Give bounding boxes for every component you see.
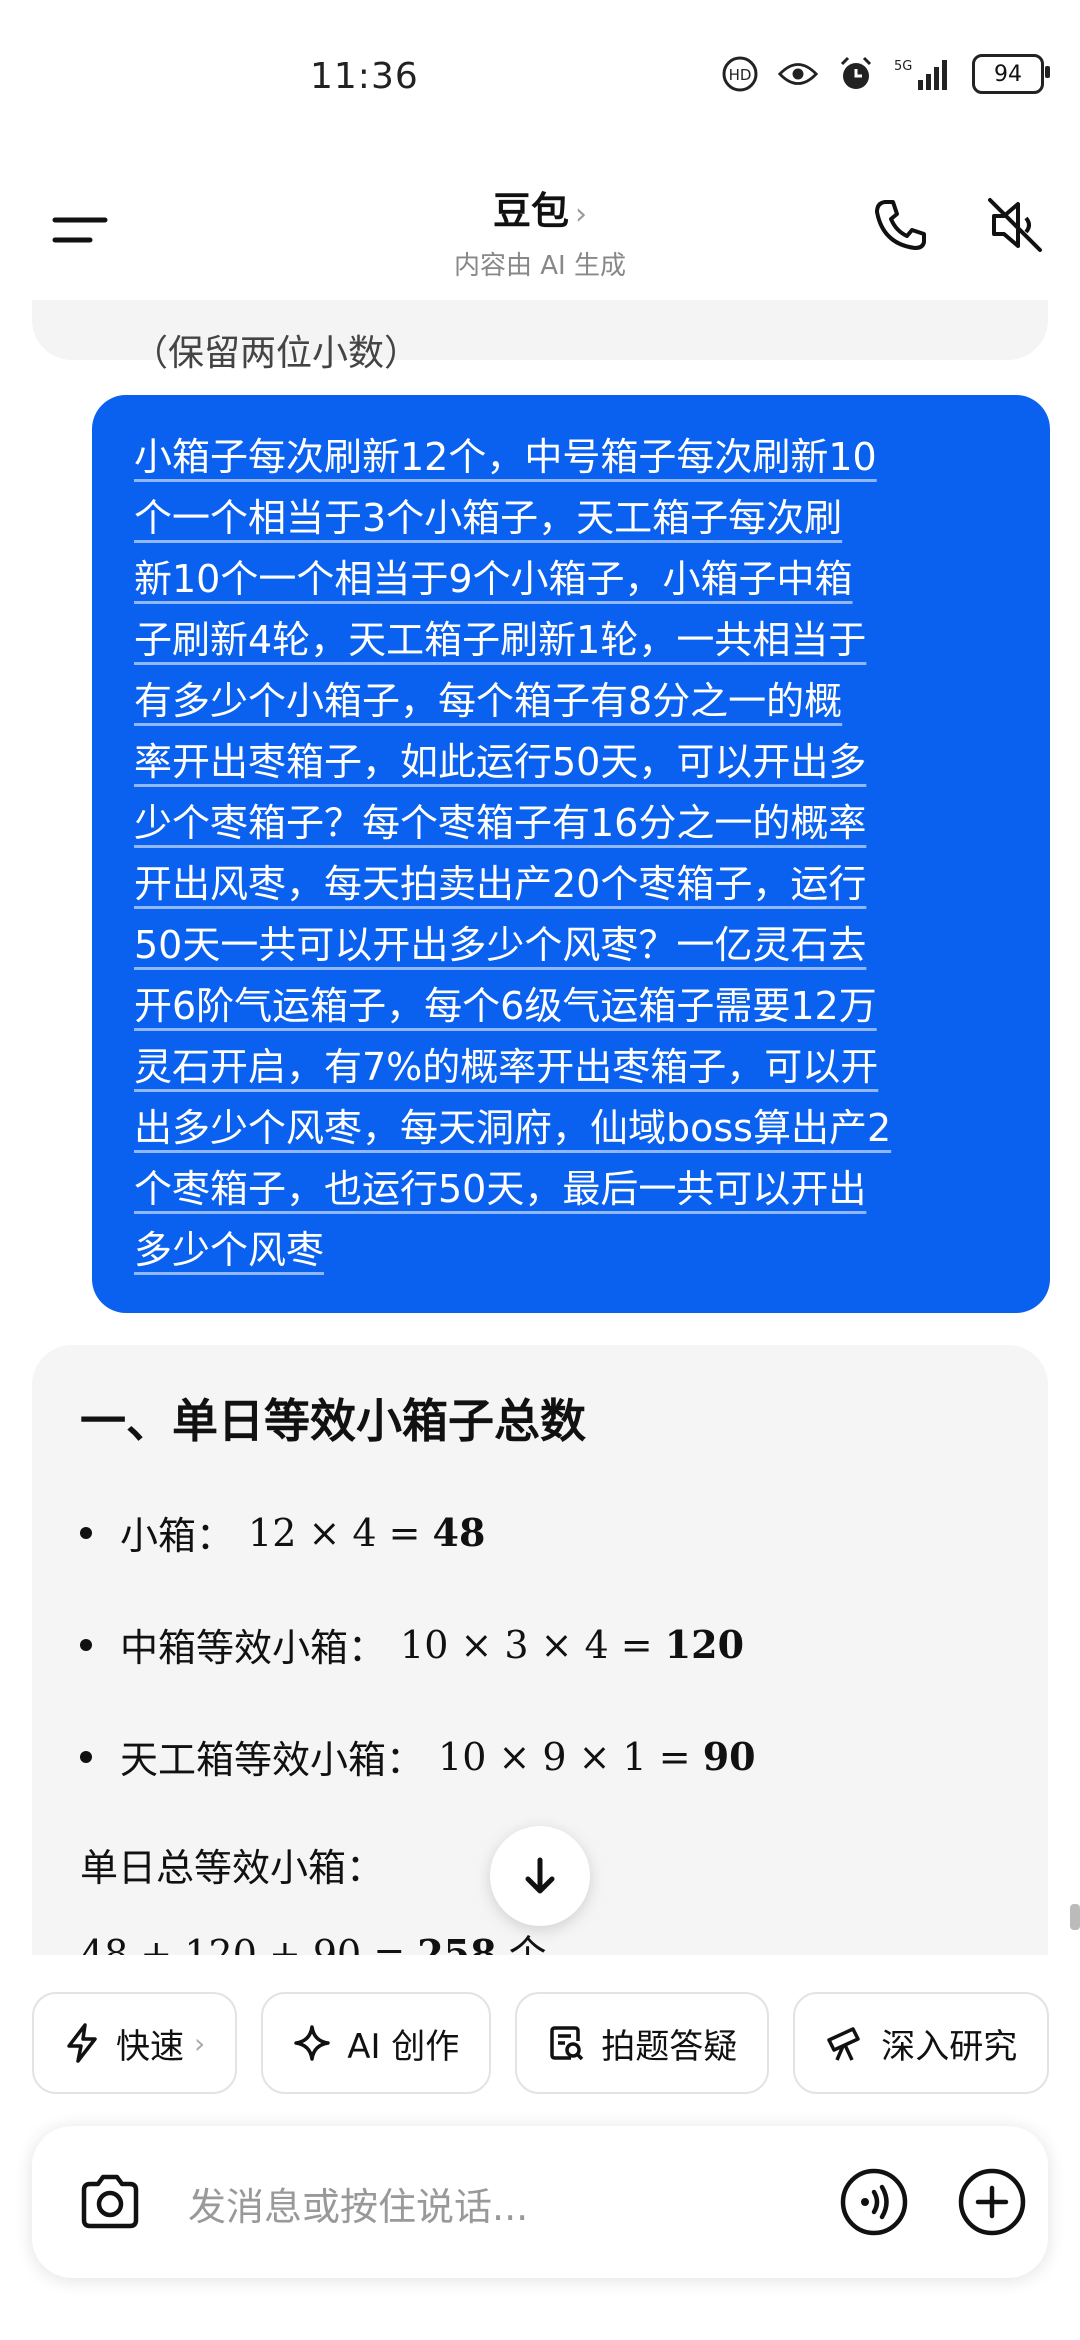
user-message-line: 新10个一个相当于9个小箱子，小箱子中箱 [134, 557, 853, 601]
status-time: 11:36 [310, 56, 419, 97]
chip-deep-research[interactable]: 深入研究 [793, 1992, 1050, 2094]
hd-call-icon: HD [720, 54, 760, 94]
chat-title: 豆包 [492, 189, 569, 233]
search-doc-icon [550, 2026, 584, 2061]
list-item: 小箱： 12 × 4 = 48 [80, 1505, 485, 1560]
list-item: 中箱等效小箱： 10 × 3 × 4 = 120 [80, 1617, 744, 1672]
formula-result: 120 [664, 1622, 745, 1667]
arrow-down-icon [525, 1857, 555, 1894]
voice-wave-icon [840, 2168, 908, 2236]
phone-call-button[interactable] [865, 190, 935, 260]
user-message-line: 出多少个风枣，每天洞府，仙域boss算出产2 [134, 1106, 892, 1150]
scrollbar-thumb[interactable] [1070, 1904, 1080, 1930]
formula-expr: 12 × 4 = [248, 1511, 433, 1555]
alarm-icon [836, 54, 876, 94]
user-message-line: 有多少个小箱子，每个箱子有8分之一的概 [134, 679, 843, 723]
item-formula: 12 × 4 = 48 [248, 1510, 485, 1555]
chip-label: 深入研究 [881, 2026, 1018, 2067]
message-input-bar: 发消息或按住说话... [32, 2126, 1048, 2278]
user-message-line: 开6阶气运箱子，每个6级气运箱子需要12万 [134, 984, 877, 1028]
svg-text:HD: HD [729, 66, 752, 84]
user-message-bubble[interactable]: 小箱子每次刷新12个，中号箱子每次刷新10 个一个相当于3个小箱子，天工箱子每次… [92, 395, 1050, 1313]
item-label: 天工箱等效小箱： [120, 1738, 425, 1782]
lightning-icon [67, 2023, 97, 2063]
chip-label: 快速 [116, 2026, 184, 2067]
total-formula: 48 + 120 + 90 = 258 个 [80, 1923, 547, 1955]
item-formula: 10 × 3 × 4 = 120 [400, 1622, 744, 1667]
scroll-to-bottom-button[interactable] [490, 1826, 590, 1926]
chip-ai-create[interactable]: AI 创作 [261, 1992, 492, 2094]
user-message-line: 灵石开启，有7%的概率开出枣箱子，可以开 [134, 1045, 879, 1089]
answer-heading: 一、单日等效小箱子总数 [80, 1394, 586, 1448]
formula-expr: 48 + 120 + 90 = [80, 1932, 418, 1955]
camera-icon [81, 2174, 139, 2229]
chat-scroll-area[interactable]: （保留两位小数） 小箱子每次刷新12个，中号箱子每次刷新10 个一个相当于3个小… [0, 300, 1080, 1955]
svg-text:5G: 5G [894, 59, 912, 74]
chip-label: AI 创作 [347, 2026, 460, 2067]
user-message-line: 50天一共可以开出多少个风枣？一亿灵石去 [134, 923, 867, 967]
formula-expr: 10 × 9 × 1 = [438, 1735, 703, 1779]
item-formula: 10 × 9 × 1 = 90 [438, 1734, 756, 1779]
bullet-icon [80, 1638, 92, 1651]
chevron-right-icon: › [194, 2026, 206, 2060]
signal-5g-icon: 5G [894, 54, 954, 94]
list-item: 天工箱等效小箱： 10 × 9 × 1 = 90 [80, 1729, 756, 1784]
voice-call-button[interactable] [838, 2166, 910, 2238]
formula-result: 258 [417, 1931, 497, 1955]
formula-expr: 10 × 3 × 4 = [400, 1623, 665, 1667]
camera-button[interactable] [74, 2166, 146, 2238]
telescope-icon [827, 2027, 861, 2061]
unit-text: 个 [496, 1932, 547, 1955]
sparkle-icon [294, 2025, 330, 2061]
chip-fast[interactable]: 快速 › [32, 1992, 238, 2094]
item-label: 小箱： [120, 1514, 235, 1558]
plus-circle-icon [958, 2168, 1026, 2236]
eye-icon [778, 54, 818, 94]
user-message-line: 开出风枣，每天拍卖出产20个枣箱子，运行 [134, 862, 867, 906]
user-message-line: 率开出枣箱子，如此运行50天，可以开出多 [134, 740, 867, 784]
bullet-icon [80, 1750, 92, 1763]
total-label: 单日总等效小箱： [80, 1846, 385, 1890]
more-actions-button[interactable] [956, 2166, 1028, 2238]
app-header: 豆包 › 内容由 AI 生成 [0, 160, 1080, 300]
user-message-line: 小箱子每次刷新12个，中号箱子每次刷新10 [134, 435, 877, 479]
user-message-line: 个一个相当于3个小箱子，天工箱子每次刷 [134, 496, 843, 540]
user-message-line: 少个枣箱子？每个枣箱子有16分之一的概率 [134, 801, 867, 845]
item-label: 中箱等效小箱： [120, 1626, 387, 1670]
message-input[interactable]: 发消息或按住说话... [188, 2176, 528, 2231]
formula-result: 48 [432, 1510, 486, 1555]
user-message-line: 子刷新4轮，天工箱子刷新1轮，一共相当于 [134, 618, 867, 662]
previous-bot-bubble: （保留两位小数） [32, 300, 1048, 374]
phone-icon [875, 200, 926, 250]
speaker-off-icon [988, 198, 1042, 252]
chevron-right-icon: › [575, 197, 587, 232]
user-message-line: 个枣箱子，也运行50天，最后一共可以开出 [134, 1167, 867, 1211]
previous-bot-text: （保留两位小数） [132, 333, 421, 374]
quick-action-chips: 快速 › AI 创作 拍题答疑 深入研究 [32, 1992, 1050, 2094]
battery-level: 94 [994, 61, 1022, 87]
chip-photo-question[interactable]: 拍题答疑 [515, 1992, 770, 2094]
user-message-text: 小箱子每次刷新12个，中号箱子每次刷新10 个一个相当于3个小箱子，天工箱子每次… [134, 427, 1014, 1281]
formula-result: 90 [702, 1734, 756, 1779]
status-bar: 11:36 HD 5G 94 [0, 0, 1080, 160]
status-icons: HD 5G 94 [720, 54, 1050, 94]
user-message-line: 多少个风枣 [134, 1228, 325, 1272]
battery-indicator: 94 [972, 54, 1050, 94]
bullet-icon [80, 1526, 92, 1539]
mute-speaker-button[interactable] [980, 190, 1050, 260]
chip-label: 拍题答疑 [601, 2026, 738, 2067]
